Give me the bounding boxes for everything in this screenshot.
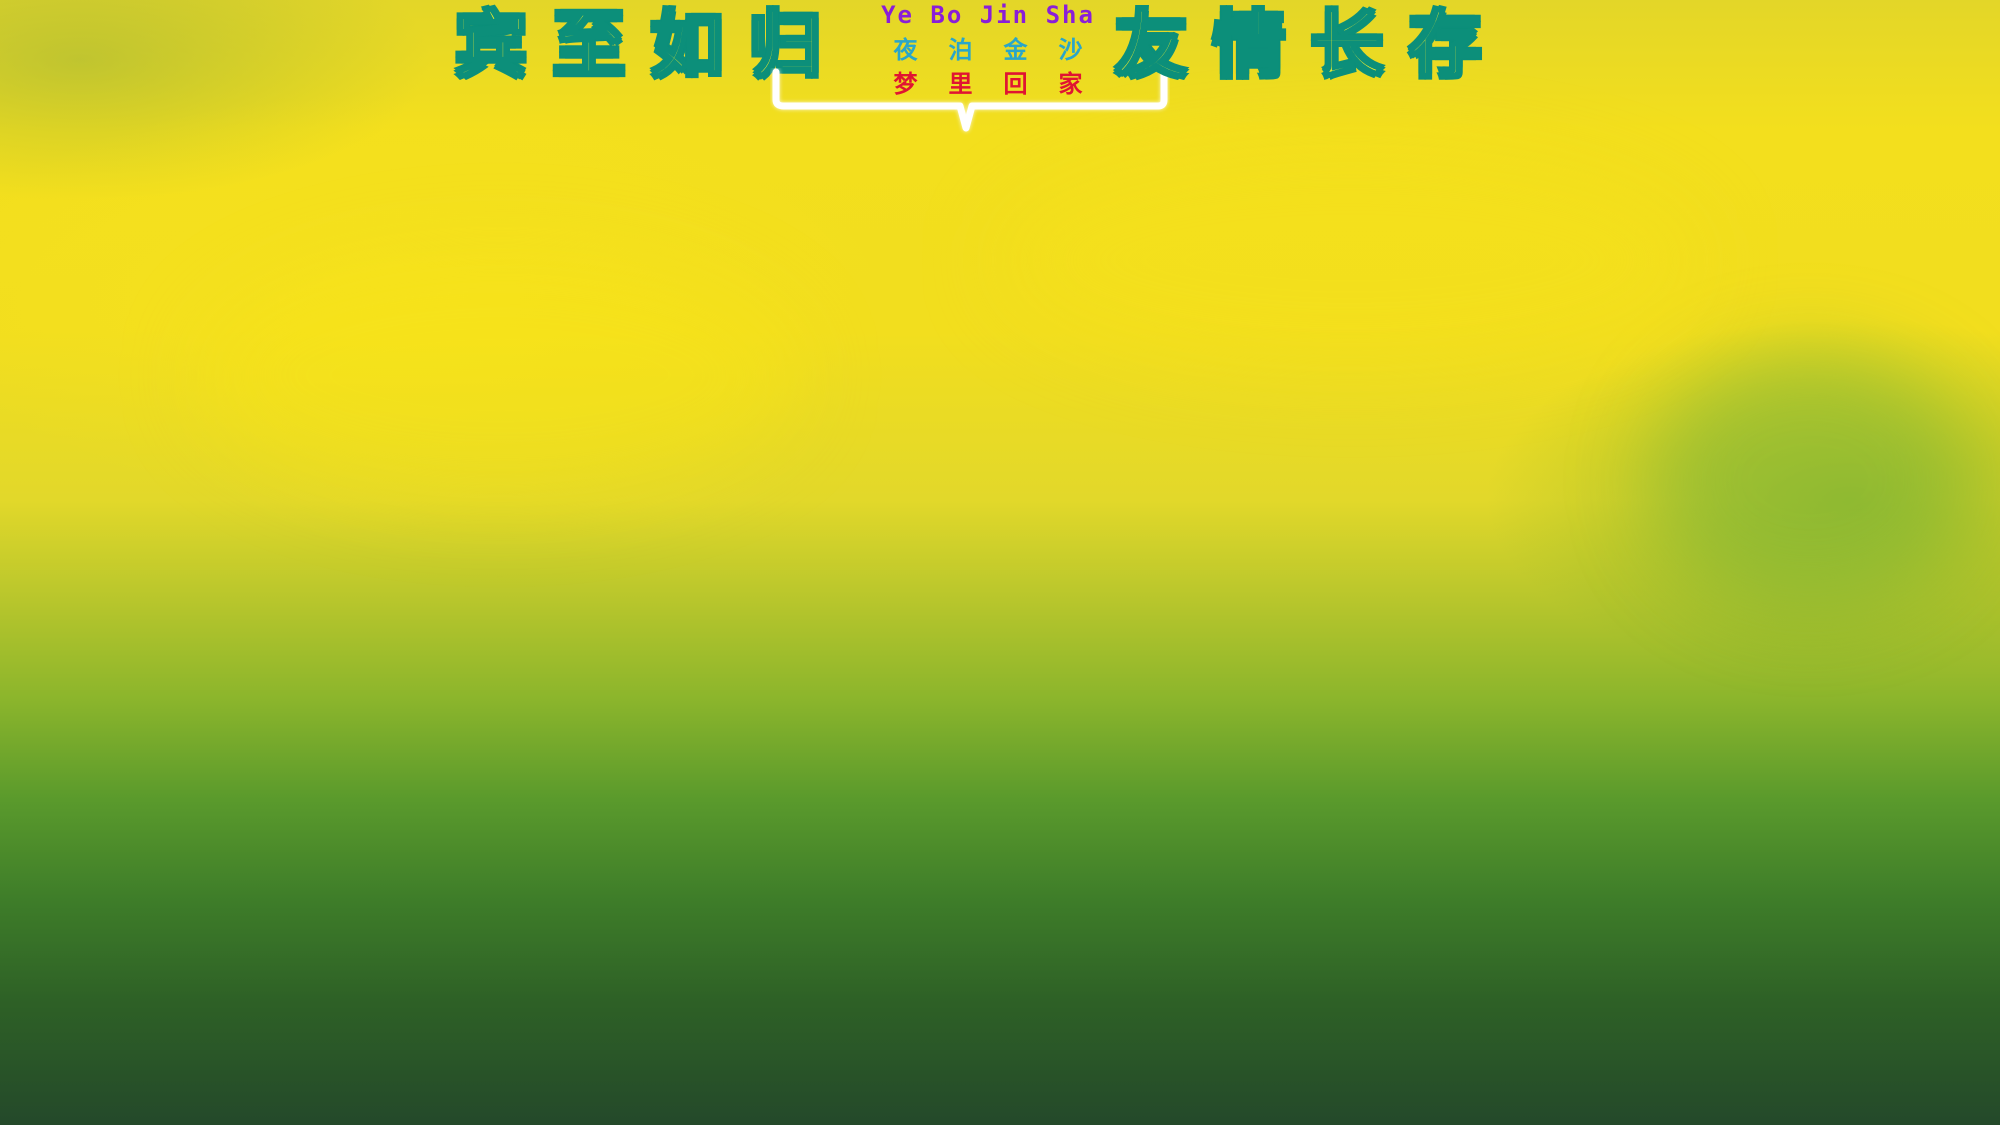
caption-char: 夜 <box>893 36 918 64</box>
title-right-group: 友 情 长 存 <box>1113 0 1507 90</box>
background-highlight <box>200 250 800 500</box>
caption-char: 泊 <box>948 36 973 64</box>
caption-char: 金 <box>1003 36 1028 64</box>
background-highlight <box>1650 350 1970 610</box>
title-char: 宾 <box>453 2 528 89</box>
title-char: 存 <box>1408 2 1483 89</box>
title-char: 长 <box>1310 2 1385 89</box>
title-char: 友 <box>1113 2 1188 89</box>
background-highlight <box>1000 150 1700 370</box>
title-char: 情 <box>1212 2 1287 89</box>
caption-char: 沙 <box>1058 36 1083 64</box>
title-char: 至 <box>552 2 627 89</box>
brace-decoration <box>772 68 1168 132</box>
pinyin-caption: Ye Bo Jin Sha <box>881 1 1095 29</box>
title-char: 如 <box>650 2 725 89</box>
caption-line-1: 夜 泊 金 沙 <box>878 30 1098 65</box>
